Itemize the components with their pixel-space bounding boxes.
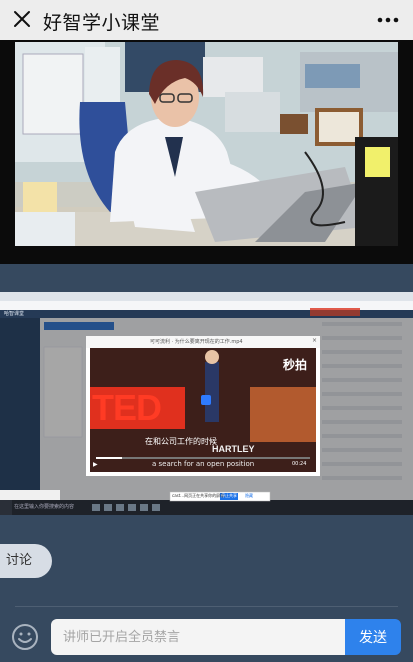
subtitle-chinese: 在和公司工作的时候 <box>145 437 217 446</box>
send-button[interactable]: 发送 <box>345 619 401 655</box>
video-area <box>0 40 413 264</box>
close-icon[interactable] <box>12 9 32 29</box>
brand-logo-text: 秒拍 <box>283 358 308 372</box>
screen-share-scene <box>0 292 413 515</box>
ted-logo-text: TED <box>92 387 162 428</box>
more-icon[interactable] <box>377 11 399 29</box>
video-play-icon[interactable]: ▶ <box>93 461 98 468</box>
top-bar: 好智学小课堂 <box>0 0 413 40</box>
modal-close-icon[interactable]: × <box>312 337 317 344</box>
stop-sharing-button[interactable]: 停止共享 <box>221 493 237 499</box>
message-input[interactable] <box>51 619 345 655</box>
taskbar-search[interactable]: 在这里输入你要搜索的内容 <box>14 503 74 510</box>
video-timer: 00:24 <box>292 461 307 467</box>
share-app-title: 哈智课堂 <box>4 311 25 317</box>
divider <box>15 606 398 607</box>
modal-title: 可可流利 · 为什么要离开现在的工作.mp4 <box>150 339 243 345</box>
page-title: 好智学小课堂 <box>43 12 161 34</box>
emoji-icon[interactable] <box>10 622 40 652</box>
screen-share[interactable]: 哈智课堂 可可流利 · 为什么要离开现在的工作.mp4 × 秒拍 TED 在和公… <box>0 292 413 515</box>
teacher-video[interactable] <box>15 42 398 246</box>
share-toast: cast...网页正在共享你的屏幕... <box>172 493 228 498</box>
speaker-name: HARTLEY <box>212 444 255 454</box>
tab-discussion[interactable]: 讨论 <box>0 544 52 578</box>
hide-toast-button[interactable]: 隐藏 <box>245 493 253 499</box>
teacher-video-scene <box>15 42 398 246</box>
subtitle-english: a search for an open position <box>152 460 255 468</box>
